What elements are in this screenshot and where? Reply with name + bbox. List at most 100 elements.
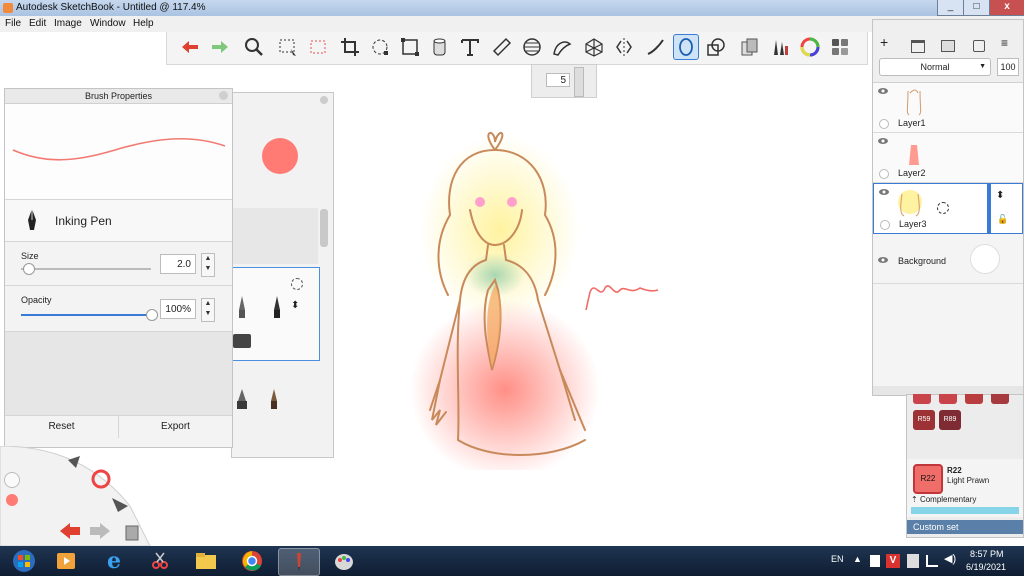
menu-image[interactable]: Image <box>54 17 82 31</box>
tray-clipboard-icon[interactable] <box>870 555 880 567</box>
lagoon-redo-icon[interactable] <box>88 522 112 540</box>
layer-opacity-input[interactable]: 100 <box>997 58 1019 76</box>
close-button[interactable]: x <box>989 0 1024 16</box>
lagoon-select-icon[interactable] <box>112 496 130 514</box>
layer-menu-icon[interactable]: ≡ <box>1001 36 1008 50</box>
sketchbook-taskbar-icon[interactable] <box>278 548 320 576</box>
zoom-icon[interactable] <box>241 34 267 60</box>
visibility-eye-icon[interactable] <box>878 137 888 145</box>
distort-icon[interactable] <box>397 34 423 60</box>
layer-select-dot[interactable] <box>879 119 889 129</box>
complementary-swatches[interactable] <box>911 507 1019 514</box>
layer-transform-icon[interactable] <box>937 202 949 214</box>
ie-icon[interactable]: e <box>94 548 134 574</box>
menu-edit[interactable]: Edit <box>29 17 46 31</box>
paint-icon[interactable] <box>324 548 364 574</box>
fill-icon[interactable] <box>427 34 453 60</box>
brush-library-scrollbar[interactable] <box>320 209 328 247</box>
tray-expand-icon[interactable]: ▲ <box>853 554 862 564</box>
perspective-icon[interactable] <box>581 34 607 60</box>
lagoon-layers-icon[interactable] <box>124 524 140 542</box>
new-group-icon[interactable] <box>911 40 925 53</box>
select-lasso-icon[interactable] <box>305 34 331 60</box>
size-slider-track[interactable] <box>21 268 151 270</box>
clock-time[interactable]: 8:57 PM <box>970 549 1004 559</box>
background-color-swatch[interactable] <box>970 244 1000 274</box>
reset-button[interactable]: Reset <box>5 416 119 438</box>
brush-marker-icon[interactable] <box>233 334 251 348</box>
undo-icon[interactable] <box>177 34 203 60</box>
copy-icon[interactable] <box>737 34 763 60</box>
visibility-eye-icon[interactable] <box>879 188 889 196</box>
minimize-button[interactable]: _ <box>937 0 964 16</box>
add-layer-icon[interactable]: + <box>880 34 888 50</box>
brush-round-icon[interactable] <box>264 387 284 413</box>
transform-icon[interactable] <box>367 34 393 60</box>
custom-set-tab[interactable]: Custom set <box>907 520 1023 534</box>
layer-select-dot[interactable] <box>879 169 889 179</box>
layer-row-2[interactable]: Layer2 <box>873 133 1023 183</box>
copic-swatch[interactable] <box>991 394 1009 404</box>
redo-icon[interactable] <box>207 34 233 60</box>
media-player-icon[interactable] <box>46 548 86 574</box>
ruler-icon[interactable] <box>489 34 515 60</box>
brush-size-value[interactable]: 5 <box>546 73 570 87</box>
visibility-eye-icon[interactable] <box>878 87 888 95</box>
symmetry-icon[interactable] <box>611 34 637 60</box>
language-indicator[interactable]: EN <box>831 554 844 564</box>
text-icon[interactable] <box>457 34 483 60</box>
brush-library-icon[interactable] <box>767 34 793 60</box>
start-button[interactable] <box>4 548 44 574</box>
visibility-eye-icon[interactable] <box>878 256 888 264</box>
layer-row-3[interactable]: Layer3 ⬍ 🔓 <box>873 183 1023 234</box>
menu-file[interactable]: File <box>5 17 21 31</box>
copic-swatch[interactable] <box>913 394 931 404</box>
lagoon-undo-icon[interactable] <box>58 522 82 540</box>
copic-swatch[interactable] <box>965 394 983 404</box>
menu-window[interactable]: Window <box>90 17 126 31</box>
brush-properties-close-icon[interactable] <box>219 91 228 100</box>
brush-library-close-icon[interactable] <box>320 96 328 104</box>
layer-delete-icon[interactable] <box>973 40 985 52</box>
copic-swatch[interactable] <box>939 394 957 404</box>
french-curve-icon[interactable] <box>549 34 575 60</box>
lagoon-color-icon[interactable] <box>6 494 18 506</box>
snipping-tool-icon[interactable] <box>140 548 180 574</box>
network-icon[interactable] <box>926 555 938 567</box>
export-button[interactable]: Export <box>119 416 232 438</box>
layer-lock-icon[interactable]: 🔓 <box>997 214 1008 225</box>
layer-select-dot[interactable] <box>880 220 890 230</box>
size-input[interactable]: 2.0 <box>160 254 196 274</box>
menu-help[interactable]: Help <box>133 17 154 31</box>
tray-flag-icon[interactable] <box>907 554 919 568</box>
size-stepper[interactable]: ▲ ▼ <box>201 253 215 277</box>
layer-row-background[interactable]: Background <box>873 234 1023 284</box>
size-slider-handle[interactable] <box>22 263 35 275</box>
copic-swatch-r89[interactable]: R89 <box>939 410 961 430</box>
crop-icon[interactable] <box>337 34 363 60</box>
opacity-input[interactable]: 100% <box>160 299 196 319</box>
brush-sort-icon[interactable]: ⬍ <box>291 300 299 311</box>
volume-icon[interactable]: ◀) <box>944 552 956 565</box>
copic-icon[interactable] <box>827 34 853 60</box>
clock-date[interactable]: 6/19/2021 <box>966 562 1006 572</box>
layer-row-1[interactable]: Layer1 <box>873 83 1023 133</box>
opacity-slider-track[interactable] <box>21 314 151 316</box>
tray-antivirus-icon[interactable]: V <box>886 554 900 568</box>
brush-size-slider[interactable] <box>574 67 584 97</box>
ellipse-guide-icon[interactable] <box>519 34 545 60</box>
lagoon-brush-icon[interactable] <box>4 472 20 488</box>
opacity-stepper[interactable]: ▲ ▼ <box>201 298 215 322</box>
add-image-icon[interactable] <box>941 40 955 52</box>
brush-airbrush-icon[interactable] <box>232 387 252 413</box>
color-wheel-icon[interactable] <box>797 34 823 60</box>
chrome-icon[interactable] <box>232 548 272 574</box>
predictive-stroke-icon[interactable] <box>673 34 699 60</box>
brush-settings-icon[interactable] <box>291 278 303 290</box>
lagoon-color-wheel-icon[interactable] <box>91 469 111 489</box>
brush-pencil-icon[interactable] <box>235 294 255 320</box>
current-color-swatch[interactable] <box>262 138 298 174</box>
explorer-icon[interactable] <box>186 548 226 574</box>
brush-pen-icon[interactable] <box>267 294 287 320</box>
stroke-icon[interactable] <box>643 34 669 60</box>
